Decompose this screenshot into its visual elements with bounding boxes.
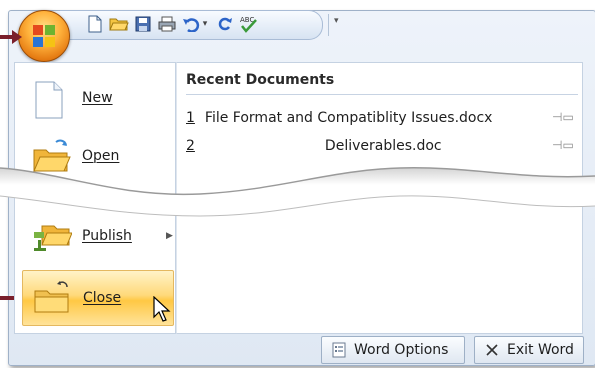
open-folder-icon[interactable]: [108, 13, 130, 35]
pin-icon[interactable]: ⊣▭: [552, 110, 574, 124]
callout-arrow-top: [0, 30, 22, 44]
save-icon[interactable]: [132, 13, 154, 35]
office-button[interactable]: [18, 10, 70, 62]
menu-item-label: Publish: [82, 228, 132, 244]
office-logo-icon: [33, 25, 55, 47]
new-document-icon[interactable]: [84, 13, 106, 35]
menu-item-new[interactable]: New: [14, 72, 174, 124]
mouse-pointer-icon: [153, 296, 171, 322]
spelling-grammar-icon[interactable]: ABC: [238, 13, 260, 35]
word-options-label: Word Options: [354, 342, 449, 358]
publish-folder-icon: [32, 218, 73, 256]
undo-dropdown-icon[interactable]: ▾: [200, 13, 210, 35]
torn-edge-divider: [0, 167, 595, 217]
redo-icon[interactable]: [214, 13, 236, 35]
undo-icon[interactable]: [180, 13, 202, 35]
close-folder-icon: [33, 279, 73, 317]
exit-x-icon: [483, 341, 501, 359]
recent-item-number: 1: [186, 110, 195, 126]
customize-toolbar-icon[interactable]: ▾: [334, 16, 339, 26]
toolbar-separator: [328, 14, 329, 36]
submenu-arrow-icon: ▶: [166, 231, 173, 241]
recent-item-name: File Format and Compatiblity Issues.docx: [204, 110, 493, 126]
menu-item-label: Close: [83, 290, 122, 306]
print-icon[interactable]: [156, 13, 178, 35]
recent-documents-header: Recent Documents: [186, 72, 335, 88]
recent-document-item[interactable]: 1 File Format and Compatiblity Issues.doc…: [186, 110, 492, 126]
menu-item-label: New: [82, 90, 113, 106]
exit-word-button[interactable]: Exit Word: [474, 336, 584, 364]
exit-word-label: Exit Word: [507, 342, 574, 358]
word-options-icon: [330, 341, 348, 359]
header-divider: [186, 94, 578, 95]
word-options-button[interactable]: Word Options: [321, 336, 465, 364]
blank-document-icon: [32, 80, 72, 119]
